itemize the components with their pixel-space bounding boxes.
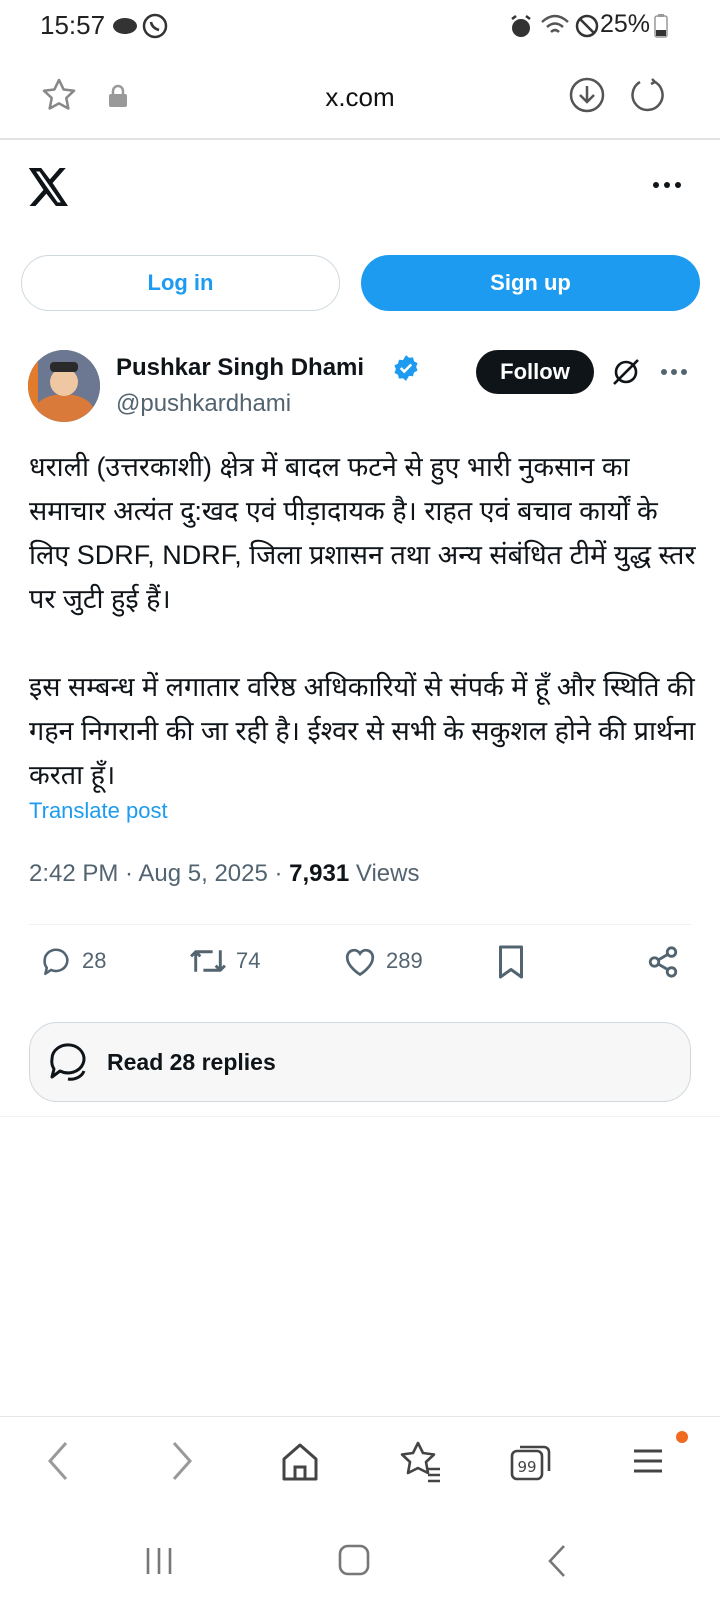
home-button-icon[interactable] [338,1544,370,1576]
tweet-more-icon[interactable] [660,368,688,376]
browser-bottom-nav: 99 [0,1416,720,1516]
download-icon[interactable] [568,76,606,114]
reply-icon [43,948,69,976]
menu-icon[interactable] [630,1439,666,1483]
do-not-disturb-icon [574,13,600,39]
tweet-timestamp[interactable]: 2:42 PM · Aug 5, 2025 · [29,860,289,887]
repost-count: 74 [236,948,261,973]
home-icon[interactable] [280,1439,320,1483]
more-options-icon[interactable] [652,180,682,190]
reply-count: 28 [82,948,107,973]
x-logo-icon[interactable] [28,168,70,206]
reload-icon[interactable] [628,76,666,114]
author-name[interactable]: Pushkar Singh Dhami [116,354,364,382]
signup-button[interactable]: Sign up [361,255,700,311]
share-icon [648,946,678,978]
whatsapp-icon [142,13,168,39]
divider [29,924,691,925]
notification-cloud-icon [112,14,138,36]
forward-arrow-icon[interactable] [166,1439,196,1483]
back-arrow-icon[interactable] [44,1439,74,1483]
repost-button[interactable]: 74 [188,944,260,978]
repost-icon [190,950,226,972]
reply-button[interactable]: 28 [38,944,106,978]
url-text[interactable]: x.com [0,82,720,113]
battery-icon [654,14,668,38]
status-bar: 15:57 25% [0,0,720,54]
like-count: 289 [386,948,423,973]
avatar[interactable] [28,350,100,422]
author-handle[interactable]: @pushkardhami [116,390,291,418]
bookmarks-icon[interactable] [398,1439,442,1483]
login-button[interactable]: Log in [21,255,340,311]
system-nav-bar [0,1520,720,1600]
svg-text:99: 99 [517,1458,536,1476]
system-back-icon[interactable] [546,1544,568,1578]
tweet-metadata: 2:42 PM · Aug 5, 2025 · 7,931 Views [29,860,419,888]
status-time: 15:57 [40,10,106,40]
browser-toolbar: x.com [0,56,720,140]
battery-percent: 25% [599,10,650,38]
translate-post-link[interactable]: Translate post [29,798,168,824]
alarm-icon [508,14,534,40]
replies-bubble-icon [46,1041,92,1085]
follow-button[interactable]: Follow [476,350,594,394]
recent-apps-icon[interactable] [144,1546,174,1576]
grok-icon[interactable] [610,356,642,388]
tweet-text: धराली (उत्तरकाशी) क्षेत्र में बादल फटने … [29,452,696,790]
like-button[interactable]: 289 [342,944,423,978]
views-count: 7,931 [289,860,350,887]
section-divider [0,1116,720,1117]
bookmark-button[interactable] [496,944,526,980]
read-replies-button[interactable]: Read 28 replies [29,1022,691,1102]
verified-badge-icon [392,354,420,382]
heart-icon [345,948,375,977]
read-replies-label: Read 28 replies [107,1049,276,1075]
bookmark-icon [499,945,523,979]
wifi-icon [540,12,570,38]
tabs-icon[interactable]: 99 [510,1439,552,1483]
views-label: Views [349,860,420,887]
share-button[interactable] [646,944,680,980]
notification-dot [676,1431,688,1443]
